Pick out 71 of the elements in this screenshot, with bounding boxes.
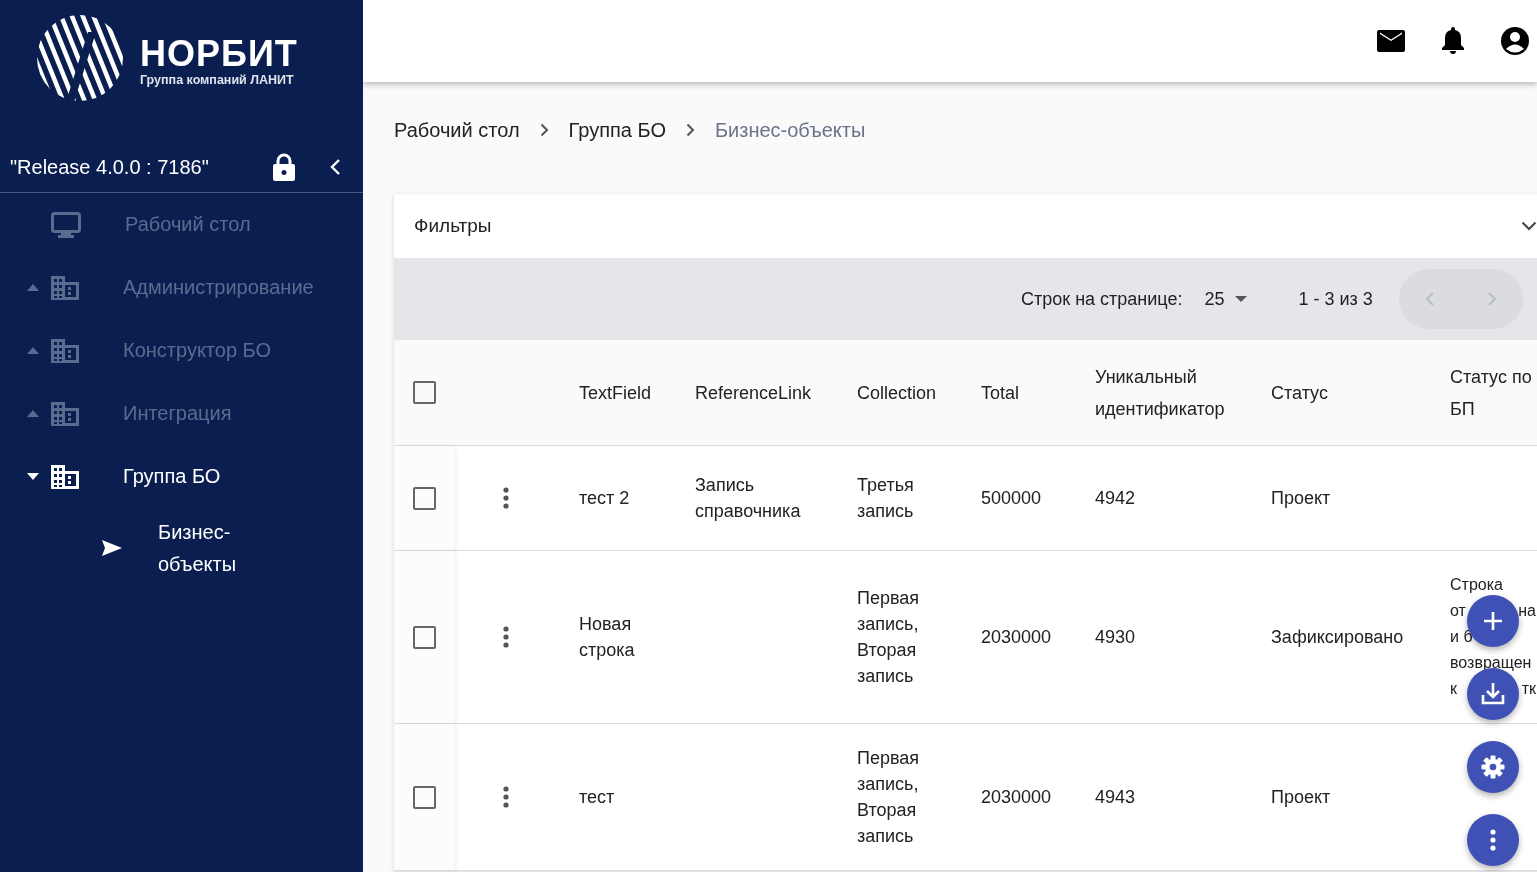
table-cell-text: Проект [1271, 487, 1331, 510]
sidebar-item[interactable]: Группа БО [0, 445, 363, 508]
caret-up-icon [27, 284, 39, 291]
column-header[interactable]: Collection [857, 376, 981, 409]
column-header[interactable]: TextField [579, 376, 695, 409]
caret-up-icon [27, 347, 39, 354]
send-icon [102, 540, 122, 556]
lock-icon[interactable] [273, 153, 295, 181]
rows-per-page-select[interactable]: 25 [1204, 288, 1247, 310]
table-cell-fragment: Строка [1450, 575, 1503, 595]
table-cell-text: Первая запись, Вторая запись [857, 747, 921, 848]
table-cell-text: тест 2 [579, 487, 630, 510]
rows-per-page-label: Строк на странице: [1021, 288, 1183, 310]
download-icon [1481, 683, 1505, 705]
table-cell-text: 2030000 [981, 626, 1052, 649]
column-header[interactable]: Статус по БП [1450, 360, 1537, 425]
more-vertical-icon [1490, 829, 1496, 851]
caret-up-icon [27, 410, 39, 417]
column-header[interactable]: ReferenceLink [695, 376, 857, 409]
caret-down-icon [27, 473, 39, 480]
table-cell-text: Запись справочника [695, 474, 802, 523]
monitor-icon [51, 211, 81, 238]
collapse-icon[interactable] [329, 158, 341, 176]
chevron-right-icon [539, 123, 549, 137]
building-icon [51, 464, 79, 489]
brand-tagline: Группа компаний ЛАНИТ [140, 73, 295, 87]
table-cell-fragment: от [1450, 601, 1466, 621]
table-cell-text: Зафиксировано [1271, 626, 1404, 649]
table-cell-text: 4942 [1095, 487, 1136, 510]
building-icon [51, 338, 79, 363]
sidebar-subitem[interactable]: Бизнес-объекты [0, 508, 363, 588]
filters-header[interactable]: Фильтры [394, 194, 1537, 258]
table-cell-fragment: на [1518, 601, 1536, 621]
column-header[interactable]: Уникальный идентификатор [1095, 360, 1271, 425]
more-vertical-icon[interactable] [502, 487, 509, 509]
table-cell-fragment: тк [1521, 679, 1536, 699]
bell-icon[interactable] [1441, 27, 1465, 55]
table-cell-text: 4943 [1095, 786, 1136, 809]
table-cell-text: Проект [1271, 786, 1331, 809]
breadcrumb-link[interactable]: Группа БО [568, 118, 666, 142]
plus-icon [1483, 611, 1503, 631]
page-range: 1 - 3 из 3 [1298, 288, 1373, 310]
caret-down-icon [1234, 296, 1247, 302]
building-icon [51, 401, 79, 426]
row-checkbox[interactable] [412, 486, 436, 510]
table-cell-text: Третья запись [857, 474, 915, 523]
table-cell-text: 2030000 [981, 786, 1052, 809]
table-cell-text: Новая строка [579, 613, 636, 662]
brand-name: НОРБИТ [140, 35, 298, 73]
building-icon [51, 275, 79, 300]
table-cell-text: 500000 [981, 487, 1042, 510]
mail-icon[interactable] [1377, 30, 1405, 52]
logo-icon [36, 14, 124, 102]
table-cell-fragment: возвращен [1450, 653, 1532, 673]
release-label: "Release 4.0.0 : 7186" [10, 155, 210, 179]
chevron-right-icon [685, 123, 695, 137]
breadcrumb-link[interactable]: Бизнес-объекты [714, 118, 866, 142]
row-checkbox[interactable] [412, 625, 436, 649]
table-cell-text: тест [579, 786, 615, 809]
table-cell-text: Первая запись, Вторая запись [857, 587, 921, 688]
column-header[interactable]: Total [981, 376, 1095, 409]
gear-icon [1481, 755, 1505, 779]
row-checkbox[interactable] [412, 785, 436, 809]
column-header[interactable]: Статус [1271, 376, 1450, 409]
breadcrumb-link[interactable]: Рабочий стол [394, 118, 520, 142]
more-vertical-icon[interactable] [502, 626, 509, 648]
select-all-checkbox[interactable] [412, 381, 436, 404]
table-cell-fragment: к [1450, 679, 1457, 699]
account-icon[interactable] [1501, 27, 1529, 55]
table-cell-text: 4930 [1095, 626, 1136, 649]
more-vertical-icon[interactable] [502, 786, 509, 808]
